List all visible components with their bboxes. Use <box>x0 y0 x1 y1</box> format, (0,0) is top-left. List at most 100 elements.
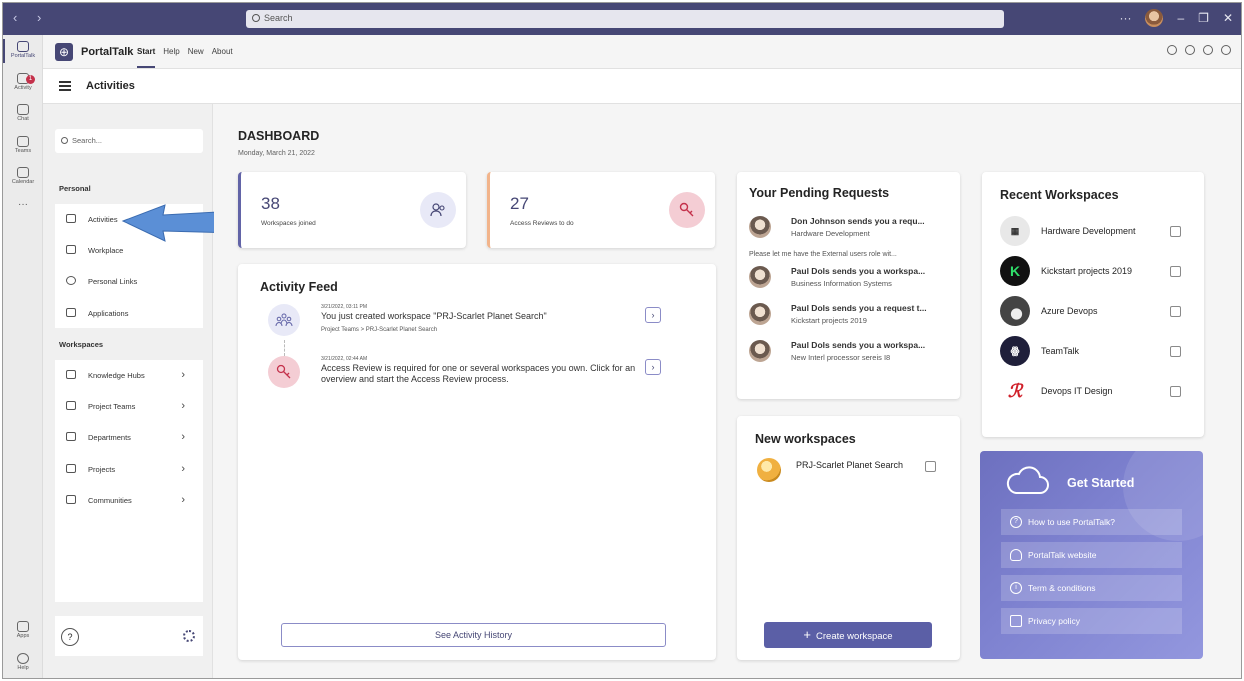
rail-label: Activity <box>14 85 32 91</box>
link-portaltalk-website[interactable]: PortalTalk website <box>1001 542 1182 568</box>
stat-card-workspaces[interactable]: 38 Workspaces joined <box>238 172 466 248</box>
person-icon <box>66 276 76 285</box>
help-button[interactable]: ? <box>61 628 79 646</box>
stat-card-access-reviews[interactable]: 27 Access Reviews to do <box>487 172 715 248</box>
recent-workspace-item[interactable]: Azure Devops <box>1000 296 1190 328</box>
feed-open-button[interactable]: › <box>645 307 661 323</box>
teams-icon <box>1170 306 1181 317</box>
feed-text: Access Review is required for one or sev… <box>321 363 636 384</box>
avatar <box>749 266 771 288</box>
create-workspace-button[interactable]: + Create workspace <box>764 622 932 648</box>
sidebar-item-applications[interactable]: Applications <box>55 298 203 328</box>
global-search-input[interactable]: Search <box>246 10 1004 28</box>
sidebar-item-label: Project Teams <box>88 402 136 411</box>
sidebar-item-knowledge-hubs[interactable]: Knowledge Hubs › <box>55 360 203 390</box>
kickstart-logo: K <box>1000 256 1030 286</box>
pending-requests-title: Your Pending Requests <box>749 186 890 200</box>
activity-feed-card: Activity Feed 3/21/2022, 03:11 PM You ju… <box>238 264 716 660</box>
rail-item-calendar[interactable]: Calendar <box>3 167 43 185</box>
applications-icon <box>66 308 76 317</box>
close-button[interactable]: ✕ <box>1223 11 1233 25</box>
workspaces-heading: Workspaces <box>59 340 104 349</box>
rail-item-activity[interactable]: 1 Activity <box>3 73 43 91</box>
menu-icon[interactable] <box>59 81 71 91</box>
sidebar-item-label: Workplace <box>88 246 124 255</box>
request-item[interactable]: Paul Dols sends you a workspa... Business… <box>749 266 949 292</box>
link-privacy[interactable]: Privacy policy <box>1001 608 1182 634</box>
activity-feed-title: Activity Feed <box>260 280 338 294</box>
workspace-name: Hardware Development <box>1041 226 1136 236</box>
popout-icon[interactable] <box>1167 45 1177 55</box>
maximize-button[interactable]: ❐ <box>1198 11 1209 25</box>
rail-item-portaltalk[interactable]: PortalTalk <box>3 41 43 59</box>
sidebar-item-label: Communities <box>88 496 132 505</box>
key-icon <box>268 356 300 388</box>
sidebar-item-project-teams[interactable]: Project Teams › <box>55 391 203 421</box>
sidebar-search-input[interactable]: Search... <box>55 129 203 153</box>
rail-label: Calendar <box>11 179 35 185</box>
rail-item-help[interactable]: Help <box>3 653 43 671</box>
recent-workspace-item[interactable]: K Kickstart projects 2019 <box>1000 256 1190 288</box>
rail-item-teams[interactable]: Teams <box>3 136 43 154</box>
tab-help[interactable]: Help <box>163 47 179 56</box>
stat-value: 38 <box>261 194 280 213</box>
rail-item-chat[interactable]: Chat <box>3 104 43 122</box>
sidebar-item-label: Knowledge Hubs <box>88 371 145 380</box>
user-avatar[interactable] <box>1145 9 1164 27</box>
sidebar-item-departments[interactable]: Departments › <box>55 422 203 452</box>
sidebar-footer: ? <box>55 616 203 656</box>
devops-logo: ℛ <box>1000 376 1030 406</box>
chevron-right-icon: › <box>181 463 185 475</box>
avatar <box>749 216 771 238</box>
app-rail: PortalTalk 1 Activity Chat Teams Calendar… <box>3 35 43 678</box>
request-item[interactable]: Don Johnson sends you a requ... Hardware … <box>749 216 949 242</box>
recent-workspace-item[interactable]: ꙮ TeamTalk <box>1000 336 1190 368</box>
sidebar-item-communities[interactable]: Communities › <box>55 485 203 515</box>
request-item[interactable]: Paul Dols sends you a workspa... New Inte… <box>749 340 949 366</box>
recent-workspaces-card: Recent Workspaces ▦ Hardware Development … <box>982 172 1204 437</box>
feed-open-button[interactable]: › <box>645 359 661 375</box>
new-workspaces-title: New workspaces <box>755 432 856 446</box>
see-activity-history-button[interactable]: See Activity History <box>281 623 666 647</box>
personal-heading: Personal <box>59 184 91 193</box>
rail-item-apps[interactable]: Apps <box>3 621 43 639</box>
info-icon[interactable] <box>1203 45 1213 55</box>
request-item[interactable]: Paul Dols sends you a request t... Kickst… <box>749 303 949 329</box>
globe-icon[interactable] <box>1221 45 1231 55</box>
tab-new[interactable]: New <box>188 47 204 56</box>
recent-workspace-item[interactable]: ℛ Devops IT Design <box>1000 376 1190 408</box>
teams-icon <box>17 136 29 147</box>
info-icon: i <box>1010 582 1022 594</box>
stat-value: 27 <box>510 194 529 213</box>
refresh-icon[interactable] <box>1185 45 1195 55</box>
more-options-button[interactable]: ··· <box>1119 11 1131 25</box>
feed-text: You just created workspace "PRJ-Scarlet … <box>321 311 547 321</box>
title-bar: ‹ › Search ··· – ❐ ✕ <box>3 3 1241 35</box>
gear-icon[interactable] <box>183 630 195 642</box>
link-how-to-use[interactable]: ? How to use PortalTalk? <box>1001 509 1182 535</box>
sidebar-item-personal-links[interactable]: Personal Links <box>55 266 203 296</box>
teams-icon <box>66 401 76 410</box>
workspace-name: Kickstart projects 2019 <box>1041 266 1133 276</box>
teams-icon <box>1170 386 1181 397</box>
minimize-button[interactable]: – <box>1177 11 1184 25</box>
tab-start[interactable]: Start <box>137 47 155 56</box>
planet-icon <box>757 458 781 482</box>
link-terms[interactable]: i Term & conditions <box>1001 575 1182 601</box>
sidebar-item-projects[interactable]: Projects › <box>55 454 203 484</box>
grid-icon <box>66 245 76 254</box>
tab-about[interactable]: About <box>212 47 233 56</box>
workspace-name: Azure Devops <box>1041 306 1098 316</box>
home-icon <box>66 214 76 223</box>
sidebar-item-label: Personal Links <box>88 277 138 286</box>
rail-label: Help <box>17 665 29 671</box>
request-workspace: Kickstart projects 2019 <box>791 316 867 325</box>
title-bar-controls: ··· – ❐ ✕ <box>1119 9 1233 27</box>
nav-arrows[interactable]: ‹ › <box>13 10 49 25</box>
new-workspace-item[interactable]: PRJ-Scarlet Planet Search <box>755 456 955 486</box>
feed-item: 3/21/2022, 03:11 PM You just created wor… <box>268 304 668 344</box>
recent-workspace-item[interactable]: ▦ Hardware Development <box>1000 216 1190 248</box>
group-icon <box>268 304 300 336</box>
new-workspaces-card: New workspaces PRJ-Scarlet Planet Search… <box>737 416 960 660</box>
rail-item-more[interactable]: ··· <box>3 199 43 210</box>
